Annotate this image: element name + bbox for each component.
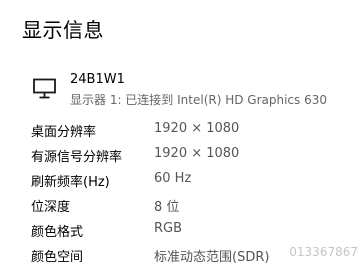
property-label: 位深度 xyxy=(31,200,71,215)
property-label: 刷新频率(Hz) xyxy=(31,175,110,190)
monitor-icon xyxy=(32,78,58,100)
monitor-description: 显示器 1: 已连接到 Intel(R) HD Graphics 630 xyxy=(70,93,327,107)
property-label: 颜色空间 xyxy=(31,250,84,265)
property-label: 颜色格式 xyxy=(31,225,84,240)
watermark: 013367867 xyxy=(289,245,358,259)
property-value: 1920 × 1080 xyxy=(154,121,240,136)
property-row-bit-depth: 位深度 8 位 xyxy=(31,195,351,220)
property-value: 60 Hz xyxy=(154,171,192,186)
property-label: 有源信号分辨率 xyxy=(31,150,123,165)
property-value: 8 位 xyxy=(154,200,180,215)
property-row-color-format: 颜色格式 RGB xyxy=(31,220,351,245)
property-value: 1920 × 1080 xyxy=(154,146,240,161)
monitor-name: 24B1W1 xyxy=(70,72,125,87)
property-row-refresh-rate: 刷新频率(Hz) 60 Hz xyxy=(31,170,351,195)
property-row-active-signal-resolution: 有源信号分辨率 1920 × 1080 xyxy=(31,145,351,170)
property-value: 标准动态范围(SDR) xyxy=(154,250,270,265)
property-row-desktop-resolution: 桌面分辨率 1920 × 1080 xyxy=(31,120,351,145)
property-label: 桌面分辨率 xyxy=(31,125,97,140)
property-value: RGB xyxy=(154,221,183,236)
monitor-summary: 24B1W1 显示器 1: 已连接到 Intel(R) HD Graphics … xyxy=(32,70,332,110)
display-info-page: 显示信息 24B1W1 显示器 1: 已连接到 Intel(R) HD Grap… xyxy=(0,0,362,271)
page-title: 显示信息 xyxy=(22,18,104,42)
